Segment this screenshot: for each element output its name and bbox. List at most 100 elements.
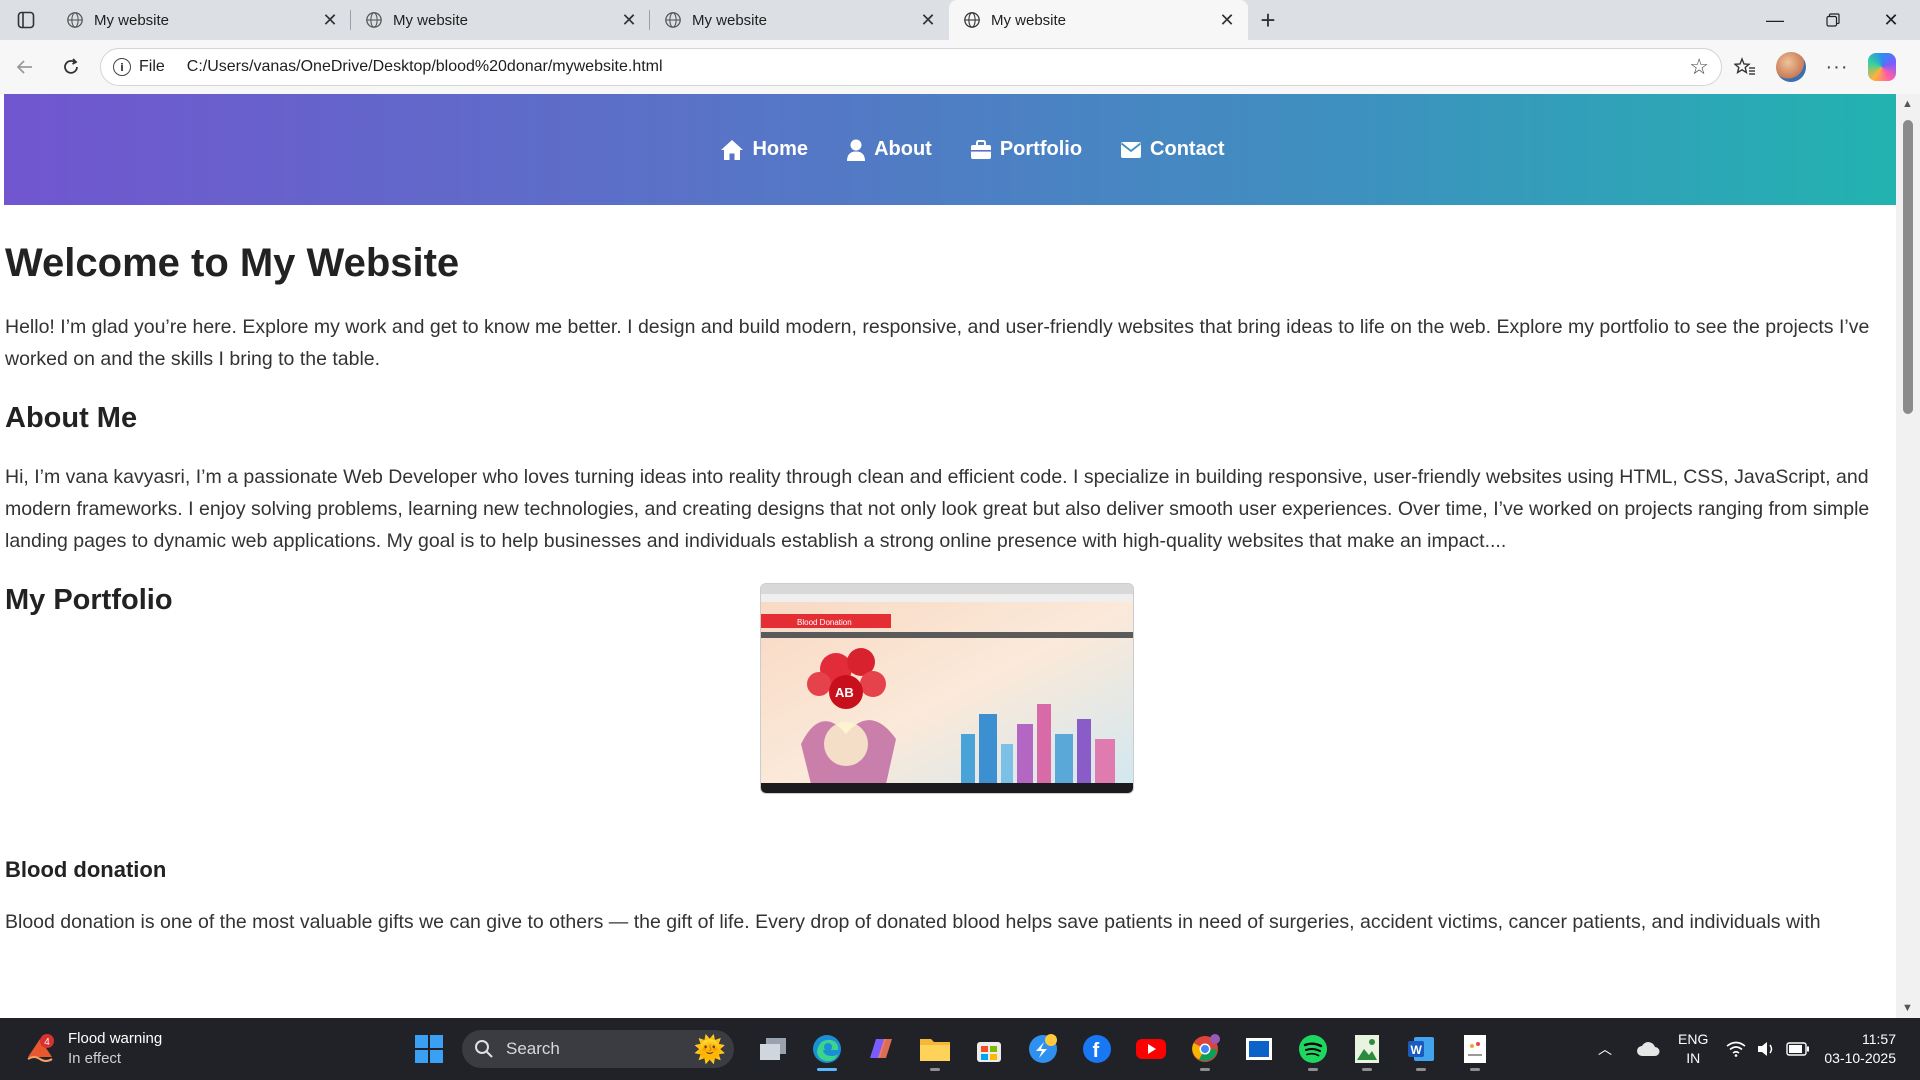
nav-contact-label: Contact [1150,138,1225,160]
thumbnail-illustration: Blood Donation AB [761,584,1133,793]
refresh-button[interactable] [48,47,94,87]
system-clock[interactable]: 11:57 03-10-2025 [1824,1030,1896,1068]
minimize-button[interactable]: — [1746,0,1804,40]
start-button[interactable] [405,1025,453,1073]
restore-button[interactable] [1804,0,1862,40]
globe-icon [67,12,83,28]
copilot-app-icon [870,1039,892,1058]
window-controls: — ✕ [1746,0,1920,40]
image-viewer-app[interactable] [1343,1025,1391,1073]
globe-icon [665,12,681,28]
running-indicator [1362,1068,1372,1071]
address-bar[interactable]: i File C:/Users/vanas/OneDrive/Desktop/b… [100,48,1722,86]
youtube-icon [1136,1039,1166,1059]
favorite-star-icon[interactable]: ☆ [1689,54,1709,80]
scroll-down-icon[interactable]: ▼ [1902,1002,1913,1014]
weather-app[interactable] [1019,1025,1067,1073]
youtube-app[interactable] [1127,1025,1175,1073]
about-paragraph: Hi, I’m vana kavyasri, I’m a passionate … [5,466,1870,552]
close-tab-icon[interactable]: ✕ [917,9,939,31]
weather-status: In effect [68,1050,122,1067]
close-window-button[interactable]: ✕ [1862,0,1920,40]
browser-tab-bar: My website ✕ My website ✕ My website ✕ M… [0,0,1920,40]
clock-date: 03-10-2025 [1824,1050,1896,1066]
thumb-badge-text: AB [835,685,854,700]
nav-portfolio[interactable]: Portfolio [970,138,1082,161]
running-indicator [1308,1068,1318,1071]
edge-app[interactable] [803,1025,851,1073]
profile-avatar[interactable] [1776,52,1806,82]
globe-icon [964,12,980,28]
chevron-up-icon[interactable]: ︿ [1598,1039,1612,1059]
running-indicator [1200,1068,1210,1071]
photos-app[interactable] [1235,1025,1283,1073]
arrow-left-icon [16,60,32,74]
browser-tab-1[interactable]: My website ✕ [52,0,351,40]
refresh-icon [64,58,78,74]
close-tab-icon[interactable]: ✕ [618,9,640,31]
copilot-icon[interactable] [1868,53,1896,81]
briefcase-icon [970,139,991,159]
language-line1: ENG [1678,1031,1709,1047]
nav-contact[interactable]: Contact [1120,138,1225,161]
browser-tab-2[interactable]: My website ✕ [351,0,650,40]
task-view-button[interactable] [749,1025,797,1073]
facebook-app[interactable]: f [1073,1025,1121,1073]
project-thumbnail[interactable]: Blood Donation AB [760,583,1134,794]
site-navigation: Home About Portfolio Contact [4,94,1896,205]
wifi-icon[interactable] [1726,1041,1746,1057]
browser-tab-3[interactable]: My website ✕ [650,0,949,40]
scheme-label: File [139,58,165,75]
spotify-app[interactable] [1289,1025,1337,1073]
weather-title: Flood warning [68,1030,163,1047]
battery-icon[interactable] [1786,1042,1810,1056]
new-tab-button[interactable]: + [1248,0,1288,40]
store-icon [977,1042,1001,1062]
envelope-icon [1120,141,1142,158]
url-text[interactable]: C:/Users/vanas/OneDrive/Desktop/blood%20… [187,58,663,76]
favorites-button[interactable] [1722,47,1768,87]
close-icon: ✕ [1883,9,1899,30]
scroll-up-icon[interactable]: ▲ [1902,98,1913,110]
tab-title: My website [94,11,170,29]
system-tray: ︿ ENG IN 11:57 03-10-2025 [1598,1018,1920,1080]
info-icon[interactable]: i [113,58,131,76]
image-file-icon [1355,1035,1379,1063]
weather-app-icon [1029,1034,1057,1063]
about-heading: About Me [5,402,138,434]
windows-taskbar: 4 Flood warning In effect Search 🌞 f W ︿… [0,1018,1920,1080]
photos-icon [1246,1038,1272,1060]
home-icon [721,139,744,160]
chrome-app[interactable] [1181,1025,1229,1073]
taskbar-apps: Search 🌞 f W [402,1018,1502,1080]
user-icon [847,139,866,161]
language-indicator[interactable]: ENG IN [1678,1030,1708,1068]
svg-text:W: W [1411,1043,1423,1057]
notepad-app[interactable] [1451,1025,1499,1073]
chrome-icon [1192,1034,1220,1062]
search-highlight-icon: 🌞 [693,1033,726,1064]
word-app[interactable]: W [1397,1025,1445,1073]
tab-actions-button[interactable] [0,0,52,40]
store-app[interactable] [965,1025,1013,1073]
close-tab-icon[interactable]: ✕ [1216,9,1238,31]
volume-icon[interactable] [1756,1041,1776,1057]
close-tab-icon[interactable]: ✕ [319,9,341,31]
nav-home[interactable]: Home [720,138,808,161]
svg-text:f: f [1093,1040,1100,1062]
page-scrollbar[interactable]: ▲ ▼ [1896,94,1920,1018]
project-description: Blood donation is one of the most valuab… [5,911,1821,933]
back-button[interactable] [2,47,48,87]
browser-tab-4-active[interactable]: My website ✕ [949,0,1248,40]
nav-about[interactable]: About [846,138,932,161]
more-options-button[interactable]: ··· [1814,47,1860,87]
browser-toolbar: i File C:/Users/vanas/OneDrive/Desktop/b… [0,40,1920,94]
scrollbar-thumb[interactable] [1903,120,1913,414]
copilot-app[interactable] [857,1025,905,1073]
file-explorer-app[interactable] [911,1025,959,1073]
onedrive-cloud-icon[interactable] [1636,1041,1660,1057]
taskbar-search[interactable]: Search 🌞 [462,1030,734,1068]
weather-widget[interactable]: 4 Flood warning In effect [24,1029,324,1069]
running-indicator [930,1068,940,1071]
nav-home-label: Home [752,138,809,160]
